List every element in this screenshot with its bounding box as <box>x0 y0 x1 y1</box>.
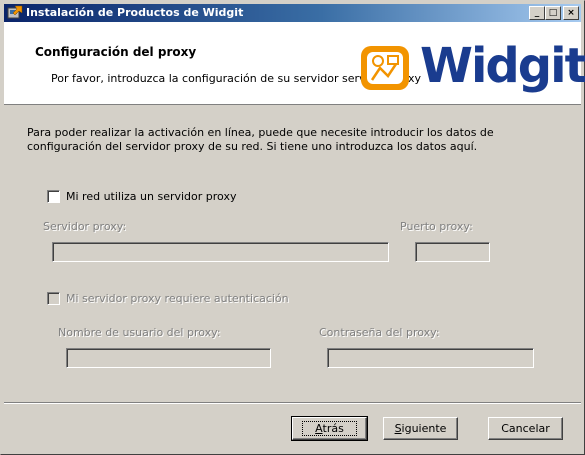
server-label: Servidor proxy: <box>43 220 127 233</box>
next-button-label: Siguiente <box>394 422 447 435</box>
intro-line-1: Para poder realizar la activación en lín… <box>27 126 494 139</box>
next-button[interactable]: Siguiente <box>383 417 458 440</box>
server-field[interactable] <box>52 242 389 262</box>
use-proxy-label[interactable]: Mi red utiliza un servidor proxy <box>66 190 236 203</box>
wizard-body: Para poder realizar la activación en lín… <box>4 107 581 402</box>
footer-separator-highlight <box>4 403 581 404</box>
password-field[interactable] <box>327 348 534 368</box>
auth-checkbox[interactable] <box>47 292 60 305</box>
logo-text: Widgit <box>420 38 585 94</box>
intro-text: Para poder realizar la activación en lín… <box>27 126 547 154</box>
installer-icon <box>7 5 23 19</box>
username-field[interactable] <box>66 348 271 368</box>
title-bar[interactable]: Instalación de Productos de Widgit _ □ × <box>4 4 581 22</box>
auth-label[interactable]: Mi servidor proxy requiere autenticación <box>66 292 289 305</box>
window-title: Instalación de Productos de Widgit <box>26 6 244 19</box>
username-label: Nombre de usuario del proxy: <box>58 326 221 339</box>
wizard-header: Configuración del proxy Por favor, intro… <box>4 22 585 105</box>
widgit-logo: Widgit <box>358 38 585 94</box>
auth-checkbox-row[interactable]: Mi servidor proxy requiere autenticación <box>47 292 289 305</box>
cancel-button[interactable]: Cancelar <box>488 417 563 440</box>
page-title: Configuración del proxy <box>35 45 197 59</box>
widgit-logo-icon <box>361 46 409 90</box>
close-button[interactable]: × <box>563 6 579 20</box>
back-button-label: Atrás <box>302 421 357 436</box>
port-label: Puerto proxy: <box>400 220 473 233</box>
intro-line-2: configuración del servidor proxy de su r… <box>27 140 478 153</box>
password-label: Contraseña del proxy: <box>319 326 440 339</box>
port-field[interactable] <box>415 242 490 262</box>
maximize-button[interactable]: □ <box>545 6 561 20</box>
use-proxy-checkbox-row[interactable]: Mi red utiliza un servidor proxy <box>47 190 236 203</box>
use-proxy-checkbox[interactable] <box>47 190 60 203</box>
minimize-button[interactable]: _ <box>529 6 545 20</box>
back-button[interactable]: Atrás <box>291 416 368 441</box>
installer-window: Instalación de Productos de Widgit _ □ ×… <box>0 0 585 455</box>
